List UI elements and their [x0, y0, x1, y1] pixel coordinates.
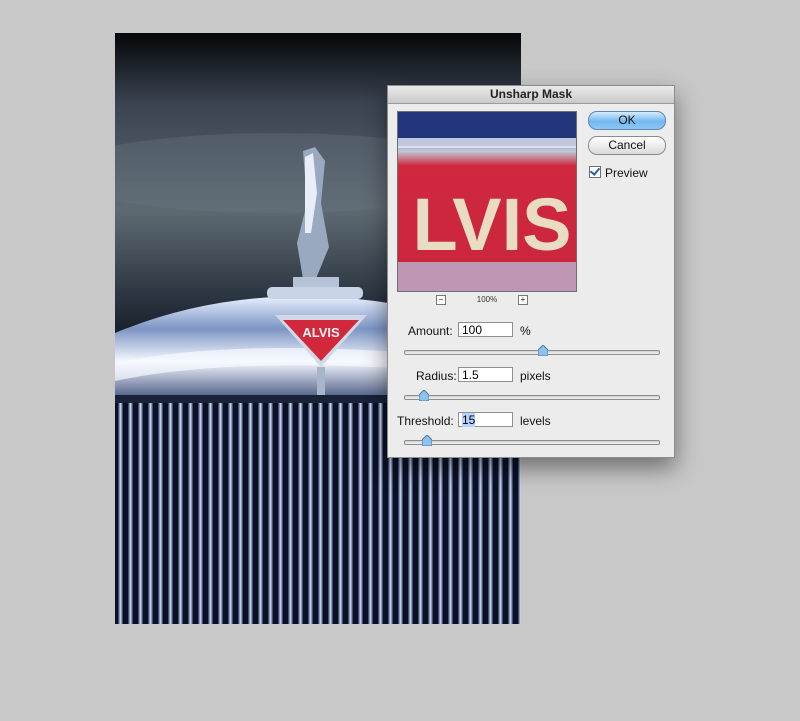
radius-slider-thumb[interactable] — [419, 390, 430, 401]
cancel-button[interactable]: Cancel — [588, 136, 666, 155]
preview-label: Preview — [605, 166, 648, 180]
dialog-title[interactable]: Unsharp Mask — [388, 86, 674, 104]
zoom-out-button[interactable]: − — [436, 295, 446, 305]
amount-value: 100 — [462, 323, 483, 337]
threshold-label: Threshold: — [397, 414, 454, 428]
preview-image: LVIS — [398, 112, 576, 291]
filter-preview[interactable]: LVIS — [397, 111, 577, 292]
zoom-level: 100% — [476, 295, 498, 304]
preview-checkbox[interactable] — [589, 166, 601, 178]
radius-unit: pixels — [520, 369, 551, 383]
badge-text: ALVIS — [302, 325, 340, 340]
amount-slider[interactable] — [404, 345, 660, 356]
ok-button[interactable]: OK — [588, 111, 666, 130]
threshold-slider-thumb[interactable] — [421, 435, 432, 446]
threshold-slider[interactable] — [404, 435, 660, 446]
preview-text: LVIS — [413, 183, 572, 266]
threshold-field[interactable]: 15 — [458, 412, 513, 427]
radius-label: Radius: — [416, 369, 457, 383]
zoom-controls: − 100% + — [397, 294, 577, 306]
amount-field[interactable]: 100 — [458, 322, 513, 337]
radius-slider[interactable] — [404, 390, 660, 401]
amount-slider-thumb[interactable] — [538, 345, 549, 356]
threshold-unit: levels — [520, 414, 551, 428]
amount-unit: % — [520, 324, 531, 338]
preview-checkbox-row[interactable]: Preview — [589, 166, 648, 180]
threshold-value: 15 — [462, 413, 476, 427]
amount-label: Amount: — [408, 324, 453, 338]
radius-field[interactable]: 1.5 — [458, 367, 513, 382]
radius-value: 1.5 — [462, 368, 479, 382]
zoom-in-button[interactable]: + — [518, 295, 528, 305]
unsharp-mask-dialog: Unsharp Mask LVIS − 100% + OK Cancel Pre… — [387, 85, 675, 458]
